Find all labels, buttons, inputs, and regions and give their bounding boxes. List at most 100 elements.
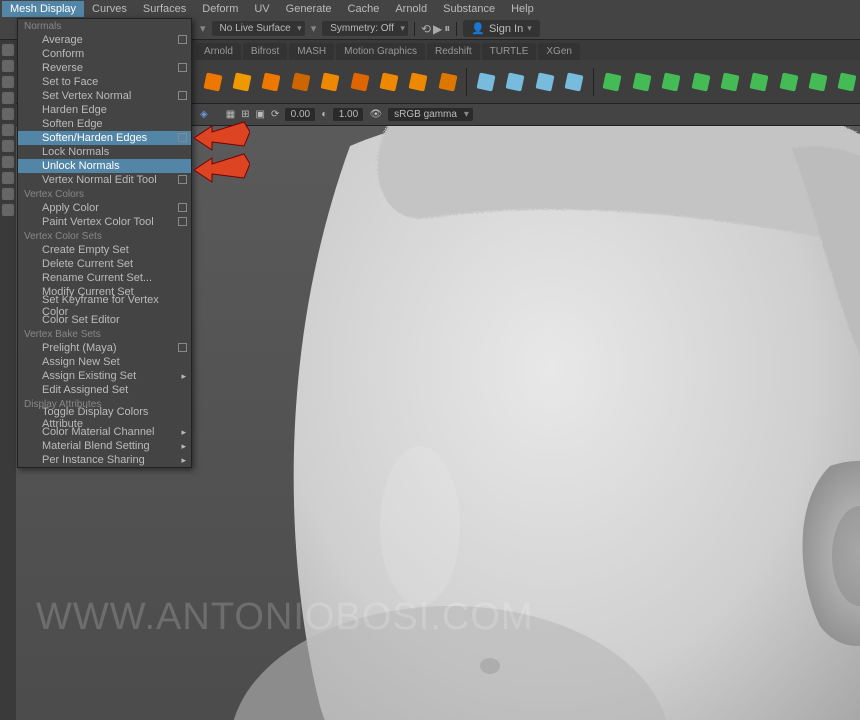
shelf-tool-shd[interactable] (658, 68, 683, 96)
tool-icon[interactable] (2, 92, 14, 104)
menu-item-per-instance-sharing[interactable]: Per Instance Sharing▸ (18, 453, 191, 467)
options-box-icon[interactable] (178, 133, 187, 142)
signin-button[interactable]: 👤 Sign In ▾ (463, 20, 539, 37)
menu-item-set-vertex-normal[interactable]: Set Vertex Normal (18, 89, 191, 103)
menu-item-vertex-normal-edit-tool[interactable]: Vertex Normal Edit Tool (18, 173, 191, 187)
tool-icon[interactable] (2, 204, 14, 216)
symmetry-dropdown[interactable]: Symmetry: Off (322, 21, 408, 36)
rewind-icon[interactable]: ⟲ (421, 22, 431, 36)
shelf-tool-cube[interactable] (229, 68, 254, 96)
menu-item-color-set-editor[interactable]: Color Set Editor (18, 313, 191, 327)
options-box-icon[interactable] (178, 203, 187, 212)
menu-help[interactable]: Help (503, 1, 542, 17)
gamma-field[interactable]: 1.00 (333, 108, 363, 121)
playback-controls[interactable]: ⟲ ▶ ⏸ (421, 21, 450, 36)
shelf-tool-bez[interactable] (532, 68, 557, 96)
gate-icon[interactable]: ▣ (256, 109, 265, 120)
menu-item-soften-harden-edges[interactable]: Soften/Harden Edges (18, 131, 191, 145)
options-box-icon[interactable] (178, 35, 187, 44)
menu-item-assign-new-set[interactable]: Assign New Set (18, 355, 191, 369)
shelf-tool-plane[interactable] (318, 68, 343, 96)
menu-item-reverse[interactable]: Reverse (18, 61, 191, 75)
menu-mesh-display[interactable]: Mesh Display (2, 1, 84, 17)
eye-icon[interactable]: 👁 (369, 109, 382, 120)
tool-icon[interactable] (2, 188, 14, 200)
menu-item-material-blend-setting[interactable]: Material Blend Setting▸ (18, 439, 191, 453)
exposure-field[interactable]: 0.00 (285, 108, 315, 121)
shelf-tab-bifrost[interactable]: Bifrost (243, 43, 287, 60)
menu-item-label: Conform (42, 48, 84, 60)
menu-item-assign-existing-set[interactable]: Assign Existing Set▸ (18, 369, 191, 383)
menu-item-create-empty-set[interactable]: Create Empty Set (18, 243, 191, 257)
shelf-tab-turtle[interactable]: TURTLE (482, 43, 537, 60)
menu-substance[interactable]: Substance (435, 1, 503, 17)
menu-deform[interactable]: Deform (194, 1, 246, 17)
options-box-icon[interactable] (178, 175, 187, 184)
shelf-tab-xgen[interactable]: XGen (538, 43, 580, 60)
play-icon[interactable]: ▶ (433, 22, 442, 36)
menu-item-paint-vertex-color-tool[interactable]: Paint Vertex Color Tool (18, 215, 191, 229)
shelf-tool-cub2[interactable] (688, 68, 713, 96)
tool-icon[interactable] (2, 60, 14, 72)
tool-icon[interactable] (2, 156, 14, 168)
tool-icon[interactable] (2, 140, 14, 152)
options-box-icon[interactable] (178, 343, 187, 352)
shelf-tool-cyl[interactable] (259, 68, 284, 96)
shelf-tool-x2[interactable] (835, 68, 860, 96)
tool-icon[interactable] (2, 76, 14, 88)
shelf-tool-grp[interactable] (629, 68, 654, 96)
tool-icon[interactable] (2, 44, 14, 56)
shelf-tool-tri[interactable] (376, 68, 401, 96)
menu-item-edit-assigned-set[interactable]: Edit Assigned Set (18, 383, 191, 397)
menu-item-average[interactable]: Average (18, 33, 191, 47)
shelf-tool-grid[interactable] (717, 68, 742, 96)
menu-item-lock-normals[interactable]: Lock Normals (18, 145, 191, 159)
menu-item-conform[interactable]: Conform (18, 47, 191, 61)
tool-icon[interactable] (2, 108, 14, 120)
menu-item-soften-edge[interactable]: Soften Edge (18, 117, 191, 131)
shelf-tab-motion-graphics[interactable]: Motion Graphics (336, 43, 425, 60)
menu-item-set-keyframe-for-vertex-color[interactable]: Set Keyframe for Vertex Color (18, 299, 191, 313)
menu-cache[interactable]: Cache (340, 1, 388, 17)
tool-icon[interactable] (2, 172, 14, 184)
menu-generate[interactable]: Generate (278, 1, 340, 17)
menu-item-set-to-face[interactable]: Set to Face (18, 75, 191, 89)
menu-arnold[interactable]: Arnold (387, 1, 435, 17)
options-box-icon[interactable] (178, 91, 187, 100)
menu-uv[interactable]: UV (246, 1, 277, 17)
gamma-icon[interactable]: ◐ (321, 109, 327, 120)
shelf-tool-line[interactable] (473, 68, 498, 96)
menu-item-delete-current-set[interactable]: Delete Current Set (18, 257, 191, 271)
shelf-tool-star[interactable] (435, 68, 460, 96)
menu-item-label: Rename Current Set... (42, 272, 152, 284)
shelf-tool-edit[interactable] (561, 68, 586, 96)
menu-item-color-material-channel[interactable]: Color Material Channel▸ (18, 425, 191, 439)
refresh-icon[interactable]: ⟳ (271, 109, 279, 120)
shelf-tool-x[interactable] (805, 68, 830, 96)
menu-item-harden-edge[interactable]: Harden Edge (18, 103, 191, 117)
shelf-tab-arnold[interactable]: Arnold (196, 43, 241, 60)
menu-item-unlock-normals[interactable]: Unlock Normals (18, 159, 191, 173)
shelf-tool-cube[interactable] (600, 68, 625, 96)
menu-item-rename-current-set-[interactable]: Rename Current Set... (18, 271, 191, 285)
menu-surfaces[interactable]: Surfaces (135, 1, 194, 17)
shelf-tool-wrench[interactable] (776, 68, 801, 96)
shelf-tool-curve[interactable] (503, 68, 528, 96)
shelf-tool-flag[interactable] (747, 68, 772, 96)
shelf-tab-mash[interactable]: MASH (289, 43, 334, 60)
tool-icon[interactable] (2, 124, 14, 136)
shelf-tool-sph[interactable] (288, 68, 313, 96)
menu-curves[interactable]: Curves (84, 1, 135, 17)
menu-item-apply-color[interactable]: Apply Color (18, 201, 191, 215)
shelf-tool-cube[interactable] (200, 68, 225, 96)
shelf-tool-torus[interactable] (347, 68, 372, 96)
shelf-tab-redshift[interactable]: Redshift (427, 43, 480, 60)
pause-icon[interactable]: ⏸ (444, 21, 450, 36)
live-surface-dropdown[interactable]: No Live Surface (212, 21, 305, 36)
menu-item-prelight-maya-[interactable]: Prelight (Maya) (18, 341, 191, 355)
colorspace-dropdown[interactable]: sRGB gamma (388, 108, 473, 121)
shelf-tool-grid[interactable] (406, 68, 431, 96)
options-box-icon[interactable] (178, 217, 187, 226)
options-box-icon[interactable] (178, 63, 187, 72)
menu-item-toggle-display-colors-attribute[interactable]: Toggle Display Colors Attribute (18, 411, 191, 425)
